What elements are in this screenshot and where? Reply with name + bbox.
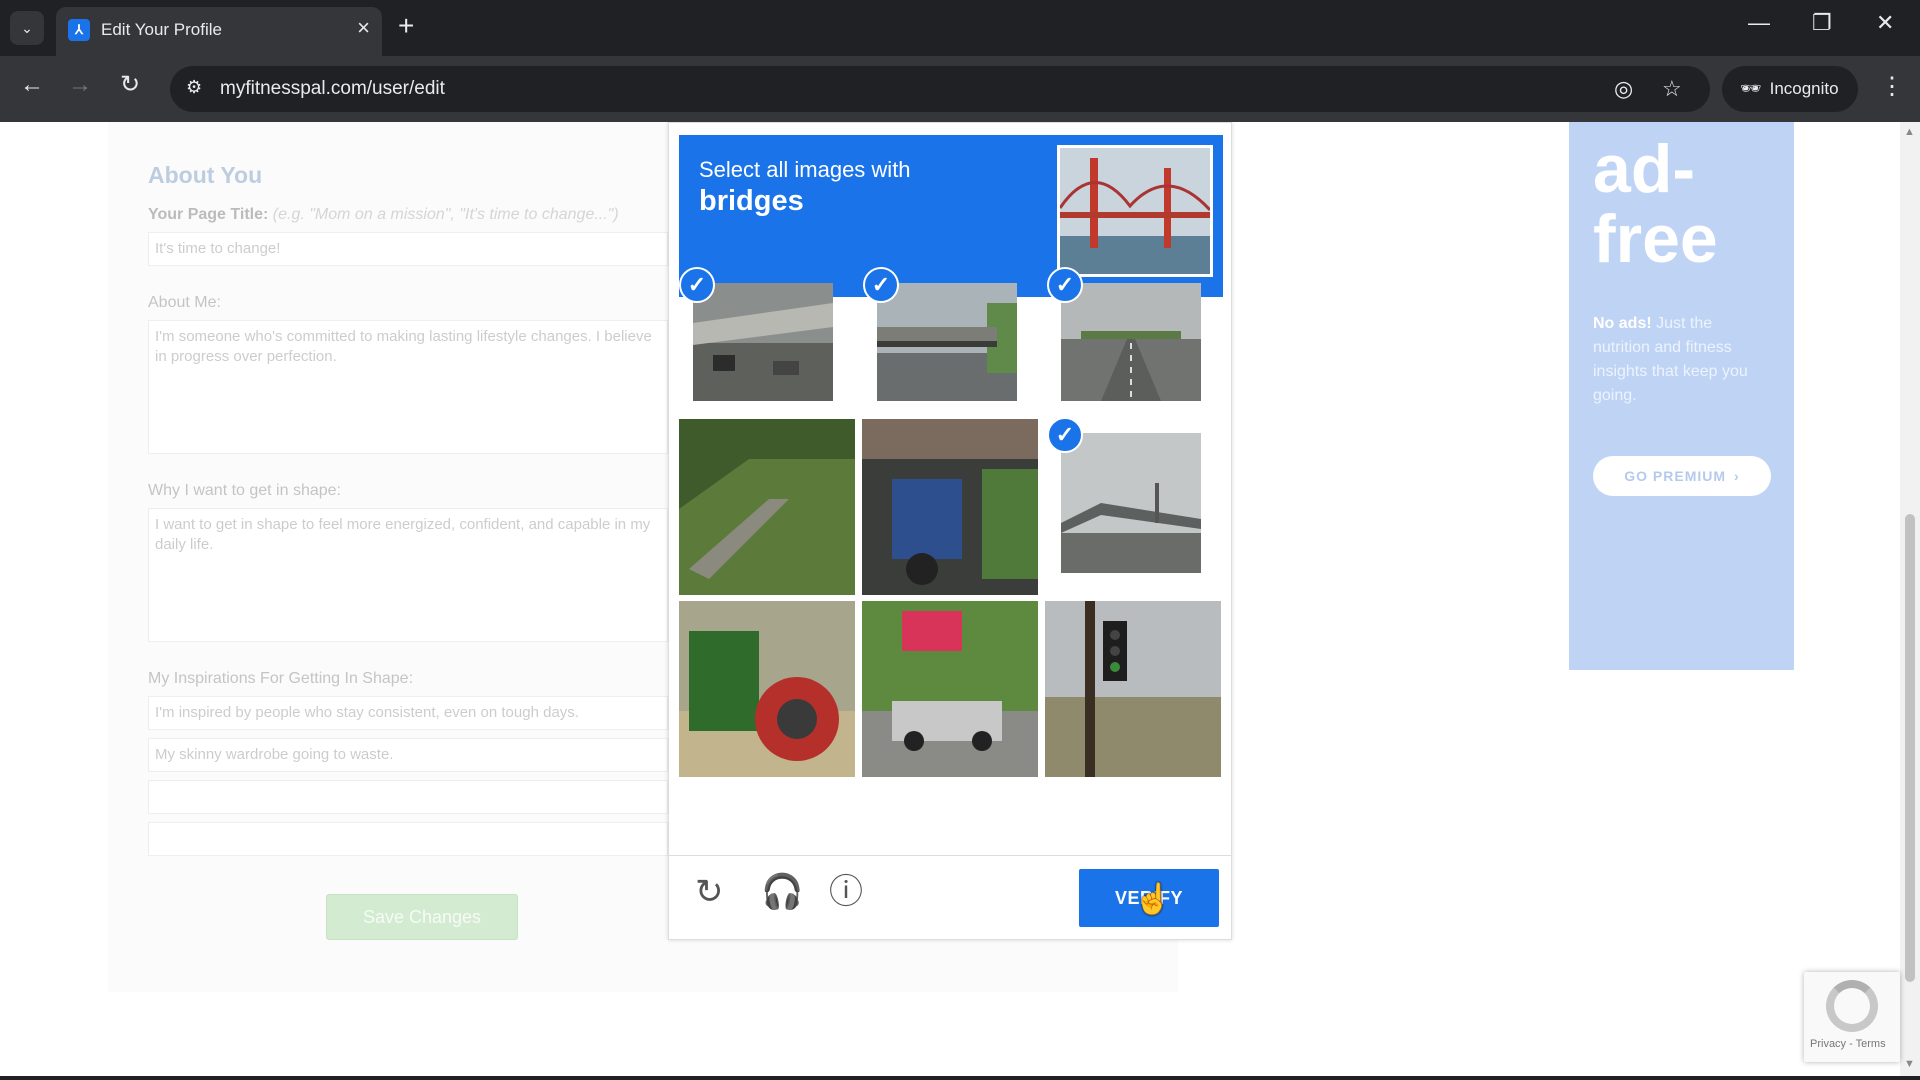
restore-icon[interactable]: ❐	[1812, 10, 1832, 36]
page-scrollbar[interactable]: ▲ ▼	[1900, 122, 1920, 1076]
browser-tab-active[interactable]: ⅄ Edit Your Profile ×	[56, 7, 382, 56]
browser-toolbar: ← → ↻ ⚙ myfitnesspal.com/user/edit ◎ ☆ 🕶…	[0, 56, 1920, 122]
recaptcha-logo-icon	[1826, 980, 1878, 1032]
bookmark-star-icon[interactable]: ☆	[1662, 76, 1682, 102]
captcha-tile-5[interactable]	[862, 419, 1038, 595]
captcha-tile-8[interactable]	[862, 601, 1038, 777]
audio-challenge-headphones-icon[interactable]: 🎧	[761, 875, 803, 909]
recaptcha-privacy-terms-links[interactable]: Privacy - Terms	[1810, 1038, 1886, 1050]
new-tab-plus-icon[interactable]: +	[398, 12, 414, 40]
myfitnesspal-favicon-icon: ⅄	[68, 19, 90, 41]
reload-challenge-icon[interactable]: ↻	[695, 875, 724, 909]
captcha-footer-divider	[669, 855, 1231, 856]
captcha-tile-2[interactable]	[877, 283, 1017, 401]
captcha-target-word: bridges	[699, 185, 804, 217]
url-text[interactable]: myfitnesspal.com/user/edit	[220, 78, 445, 100]
window-close-icon[interactable]: ✕	[1876, 10, 1894, 36]
scroll-down-arrow-icon[interactable]: ▼	[1904, 1058, 1915, 1070]
minimize-icon[interactable]: —	[1748, 10, 1770, 36]
recaptcha-badge[interactable]: Privacy - Terms	[1804, 972, 1900, 1062]
window-bottom-edge	[0, 1076, 1920, 1080]
page-viewport: About You Your Page Title: (e.g. "Mom on…	[0, 122, 1920, 1076]
captcha-tile-3[interactable]	[1061, 283, 1201, 401]
captcha-tile-7[interactable]	[679, 601, 855, 777]
eye-slash-icon[interactable]: ◎	[1614, 76, 1633, 102]
captcha-tile-6[interactable]	[1061, 433, 1201, 573]
site-info-tune-icon[interactable]: ⚙	[186, 77, 202, 98]
captcha-tile-9[interactable]	[1045, 601, 1221, 777]
captcha-sample-image	[1057, 145, 1213, 277]
scroll-thumb[interactable]	[1905, 514, 1915, 982]
captcha-instruction-text: Select all images with	[699, 157, 911, 182]
captcha-tile-4[interactable]	[679, 419, 855, 595]
mouse-pointer-hand-icon: ☝	[1134, 883, 1172, 916]
browser-tabbar: ⌄ ⅄ Edit Your Profile × + — ❐ ✕	[0, 0, 1920, 56]
tile-1-selected-check-icon: ✓	[679, 267, 715, 303]
help-info-icon[interactable]: ⓘ	[829, 875, 863, 909]
incognito-indicator[interactable]: 🕶 Incognito	[1722, 66, 1858, 112]
address-bar[interactable]: ⚙ myfitnesspal.com/user/edit ◎ ☆	[170, 66, 1710, 112]
scroll-up-arrow-icon[interactable]: ▲	[1904, 126, 1915, 138]
incognito-label: Incognito	[1769, 79, 1839, 98]
forward-arrow-icon[interactable]: →	[68, 73, 92, 97]
back-arrow-icon[interactable]: ←	[20, 73, 44, 97]
captcha-tile-1[interactable]	[693, 283, 833, 401]
reload-icon[interactable]: ↻	[120, 73, 140, 97]
tile-6-selected-check-icon: ✓	[1047, 417, 1083, 453]
tab-search-chevron-icon[interactable]: ⌄	[10, 11, 44, 45]
incognito-icon: 🕶	[1740, 79, 1762, 98]
recaptcha-challenge: Select all images with bridges ✓ ✓ ✓ ✓ ↻…	[668, 122, 1232, 940]
tab-title: Edit Your Profile	[101, 20, 222, 39]
captcha-instruction-header: Select all images with bridges	[679, 135, 1223, 297]
browser-menu-icon[interactable]: ⋮	[1880, 72, 1904, 101]
tile-2-selected-check-icon: ✓	[863, 267, 899, 303]
tile-3-selected-check-icon: ✓	[1047, 267, 1083, 303]
tab-close-icon[interactable]: ×	[357, 17, 370, 39]
